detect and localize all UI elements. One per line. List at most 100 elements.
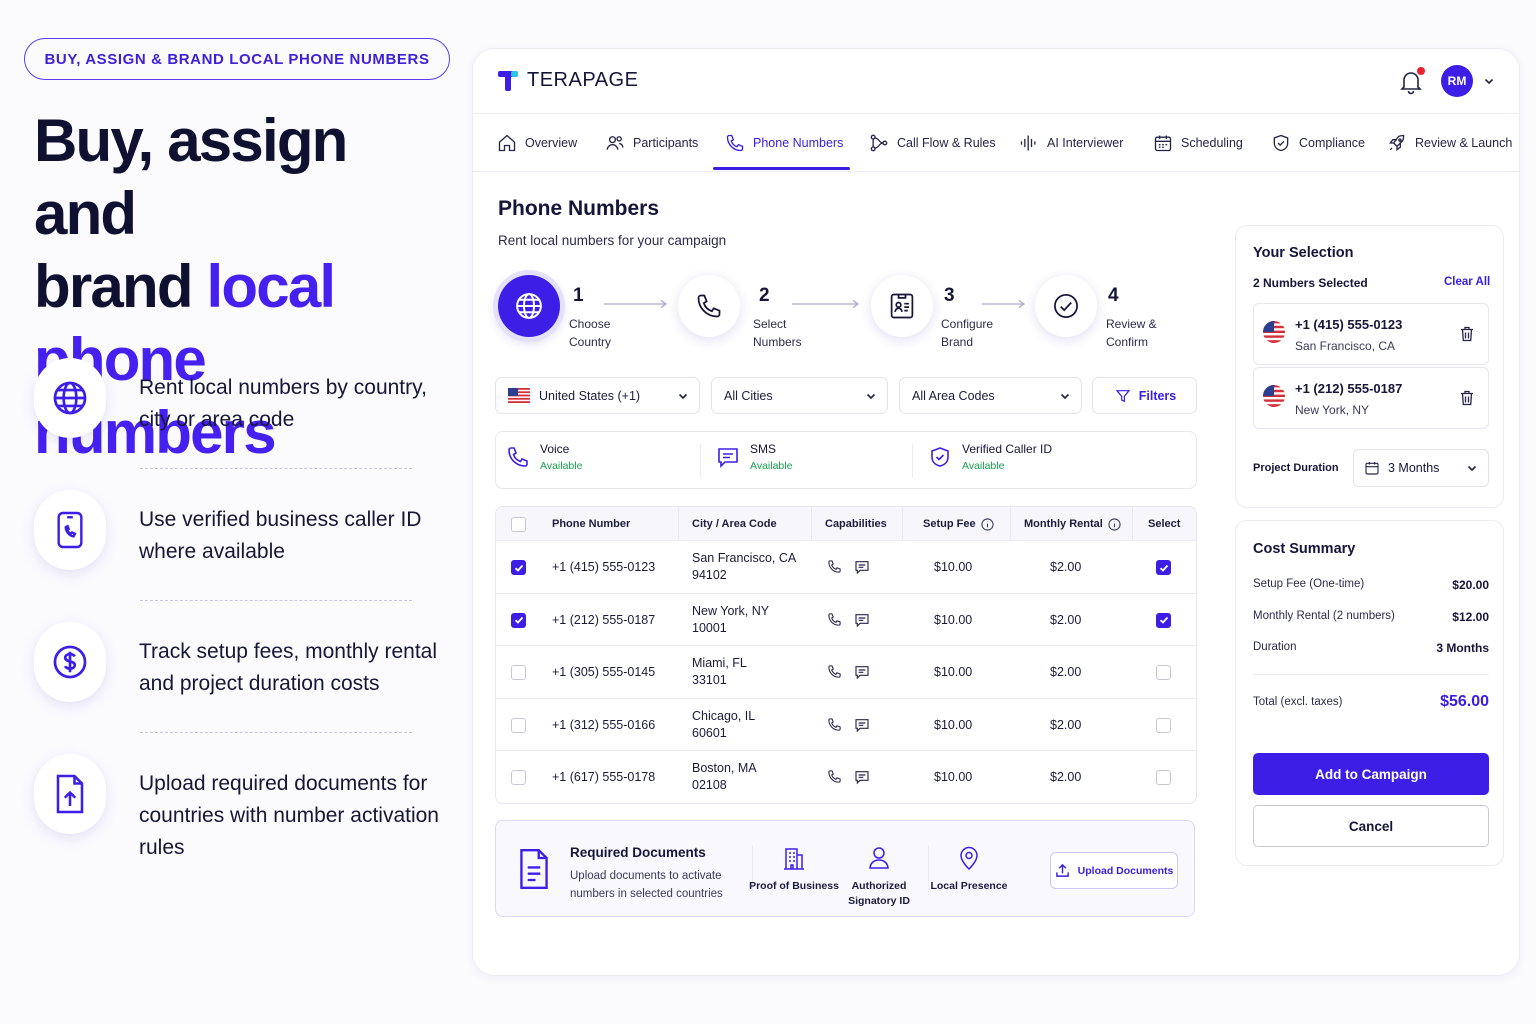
city-cell: Chicago, IL 60601 — [692, 708, 755, 742]
step-1[interactable] — [498, 275, 560, 337]
logo-mark-icon — [498, 70, 518, 91]
add-to-campaign-button[interactable]: Add to Campaign — [1253, 753, 1489, 795]
location-pin-icon — [960, 846, 978, 871]
row-checkbox[interactable] — [511, 770, 526, 785]
select-checkbox[interactable] — [1156, 717, 1171, 733]
step-2[interactable] — [678, 275, 740, 337]
tab-ai-interviewer[interactable]: AI Interviewer — [1019, 129, 1123, 157]
tab-participants[interactable]: Participants — [605, 129, 698, 157]
project-duration-label: Project Duration — [1253, 462, 1339, 474]
tab-call-flow[interactable]: Call Flow & Rules — [869, 129, 996, 157]
select-checkbox[interactable] — [1156, 770, 1171, 785]
selected-number: +1 (212) 555-0187 — [1295, 381, 1403, 396]
row-checkbox[interactable] — [511, 560, 526, 575]
clear-all-link[interactable]: Clear All — [1444, 276, 1490, 288]
cost-value: $20.00 — [1452, 578, 1489, 592]
tab-overview[interactable]: Overview — [497, 129, 577, 157]
chevron-down-icon[interactable] — [1483, 75, 1495, 87]
tab-phone-numbers[interactable]: Phone Numbers — [725, 129, 843, 157]
column-header: Select — [1148, 518, 1181, 530]
feature-text: Use verified business caller ID where av… — [139, 508, 422, 563]
sms-icon — [855, 666, 869, 680]
info-icon[interactable] — [980, 517, 994, 531]
column-divider — [1132, 507, 1133, 541]
dollar-icon — [34, 622, 106, 702]
city-cell: San Francisco, CA 94102 — [692, 550, 796, 584]
area-code: 94102 — [692, 568, 727, 582]
table-row[interactable]: +1 (212) 555-0187 New York, NY 10001 $10.00… — [496, 594, 1196, 646]
doc-label: Local Presence — [930, 880, 1008, 892]
table-row[interactable]: +1 (415) 555-0123 San Francisco, CA 94102 $… — [496, 541, 1196, 594]
app-window: TERAPAGE RM Overview Participants Phone … — [472, 48, 1520, 976]
tab-scheduling[interactable]: Scheduling — [1153, 129, 1243, 157]
page-subtitle: Rent local numbers for your campaign — [498, 233, 727, 248]
upload-documents-button[interactable]: Upload Documents — [1050, 852, 1178, 889]
capabilities-cell — [827, 769, 870, 785]
check-circle-icon — [1054, 294, 1078, 318]
funnel-icon — [1115, 389, 1131, 402]
documents-subtitle: Upload documents to activate numbers in … — [570, 870, 723, 900]
info-icon[interactable] — [1108, 517, 1121, 531]
brand-logo[interactable]: TERAPAGE — [497, 69, 638, 92]
user-icon — [869, 847, 889, 869]
city-cell: New York, NY 10001 — [692, 603, 769, 637]
capability-caller-id: Verified Caller ID Available — [928, 442, 1052, 472]
trash-icon[interactable] — [1460, 390, 1474, 406]
monthly-rental-cell: $2.00 — [1050, 560, 1082, 574]
select-checkbox[interactable] — [1156, 612, 1171, 628]
select-checkbox[interactable] — [1156, 665, 1171, 680]
country-select[interactable]: United States (+1) — [495, 377, 700, 414]
monthly-rental-cell: $2.00 — [1050, 665, 1082, 679]
cancel-button[interactable]: Cancel — [1253, 805, 1489, 847]
row-checkbox[interactable] — [511, 717, 526, 733]
filters-button[interactable]: Filters — [1092, 377, 1197, 414]
capabilities-cell — [827, 717, 870, 733]
phone-number-cell: +1 (617) 555-0178 — [552, 770, 656, 784]
select-all-checkbox[interactable] — [511, 517, 526, 532]
table-row[interactable]: +1 (617) 555-0178 Boston, MA 02108 $10.00 $2… — [496, 751, 1196, 803]
divider — [140, 600, 412, 601]
city-name: Chicago, IL — [692, 708, 756, 723]
table-row[interactable]: +1 (312) 555-0166 Chicago, IL 60601 $10.00 $… — [496, 699, 1196, 751]
row-checkbox[interactable] — [511, 612, 526, 628]
feature-text: Upload required documents for countries … — [139, 772, 439, 859]
chevron-down-icon — [1467, 465, 1477, 472]
step-3[interactable] — [871, 275, 933, 337]
total-label: Total (excl. taxes) — [1253, 696, 1343, 708]
row-checkbox[interactable] — [511, 665, 526, 680]
capabilities-cell — [827, 664, 870, 680]
checkmark-icon — [514, 564, 523, 572]
total-value: $56.00 — [1440, 693, 1489, 710]
selected-number-card: +1 (212) 555-0187 New York, NY — [1253, 367, 1489, 429]
country-select-value: United States (+1) — [539, 388, 641, 403]
cost-label: Setup Fee (One-time) — [1253, 578, 1365, 590]
city-select[interactable]: All Cities — [711, 377, 888, 414]
area-code-select[interactable]: All Area Codes — [899, 377, 1082, 414]
sms-icon — [718, 448, 738, 468]
step-arrow-icon — [604, 300, 668, 308]
selected-city: San Francisco, CA — [1295, 339, 1396, 353]
avatar[interactable]: RM — [1441, 65, 1473, 97]
shield-check-icon — [931, 447, 949, 467]
column-divider — [811, 507, 812, 541]
page-title: Phone Numbers — [498, 197, 660, 220]
step-4[interactable] — [1035, 275, 1097, 337]
tab-label: Overview — [525, 136, 578, 150]
selected-city: New York, NY — [1295, 403, 1370, 417]
checkmark-icon — [1159, 616, 1168, 624]
capability-sms: SMS Available — [716, 442, 792, 472]
table-row[interactable]: +1 (305) 555-0145 Miami, FL 33101 $10.00 $2.… — [496, 646, 1196, 699]
trash-icon[interactable] — [1460, 326, 1474, 342]
feature-text: Rent local numbers by country, city or a… — [139, 376, 427, 431]
divider — [700, 444, 701, 478]
select-checkbox[interactable] — [1156, 560, 1171, 575]
feature-text: Track setup fees, monthly rental and pro… — [139, 640, 438, 695]
project-duration-select[interactable]: 3 Months — [1353, 449, 1489, 487]
notification-dot — [1417, 67, 1425, 75]
capability-status: Available — [962, 460, 1005, 472]
step-number: 4 — [1108, 285, 1119, 306]
document-icon — [520, 848, 548, 890]
tab-review-launch[interactable]: Review & Launch — [1387, 129, 1512, 157]
tab-compliance[interactable]: Compliance — [1271, 129, 1365, 157]
building-icon — [784, 848, 804, 870]
